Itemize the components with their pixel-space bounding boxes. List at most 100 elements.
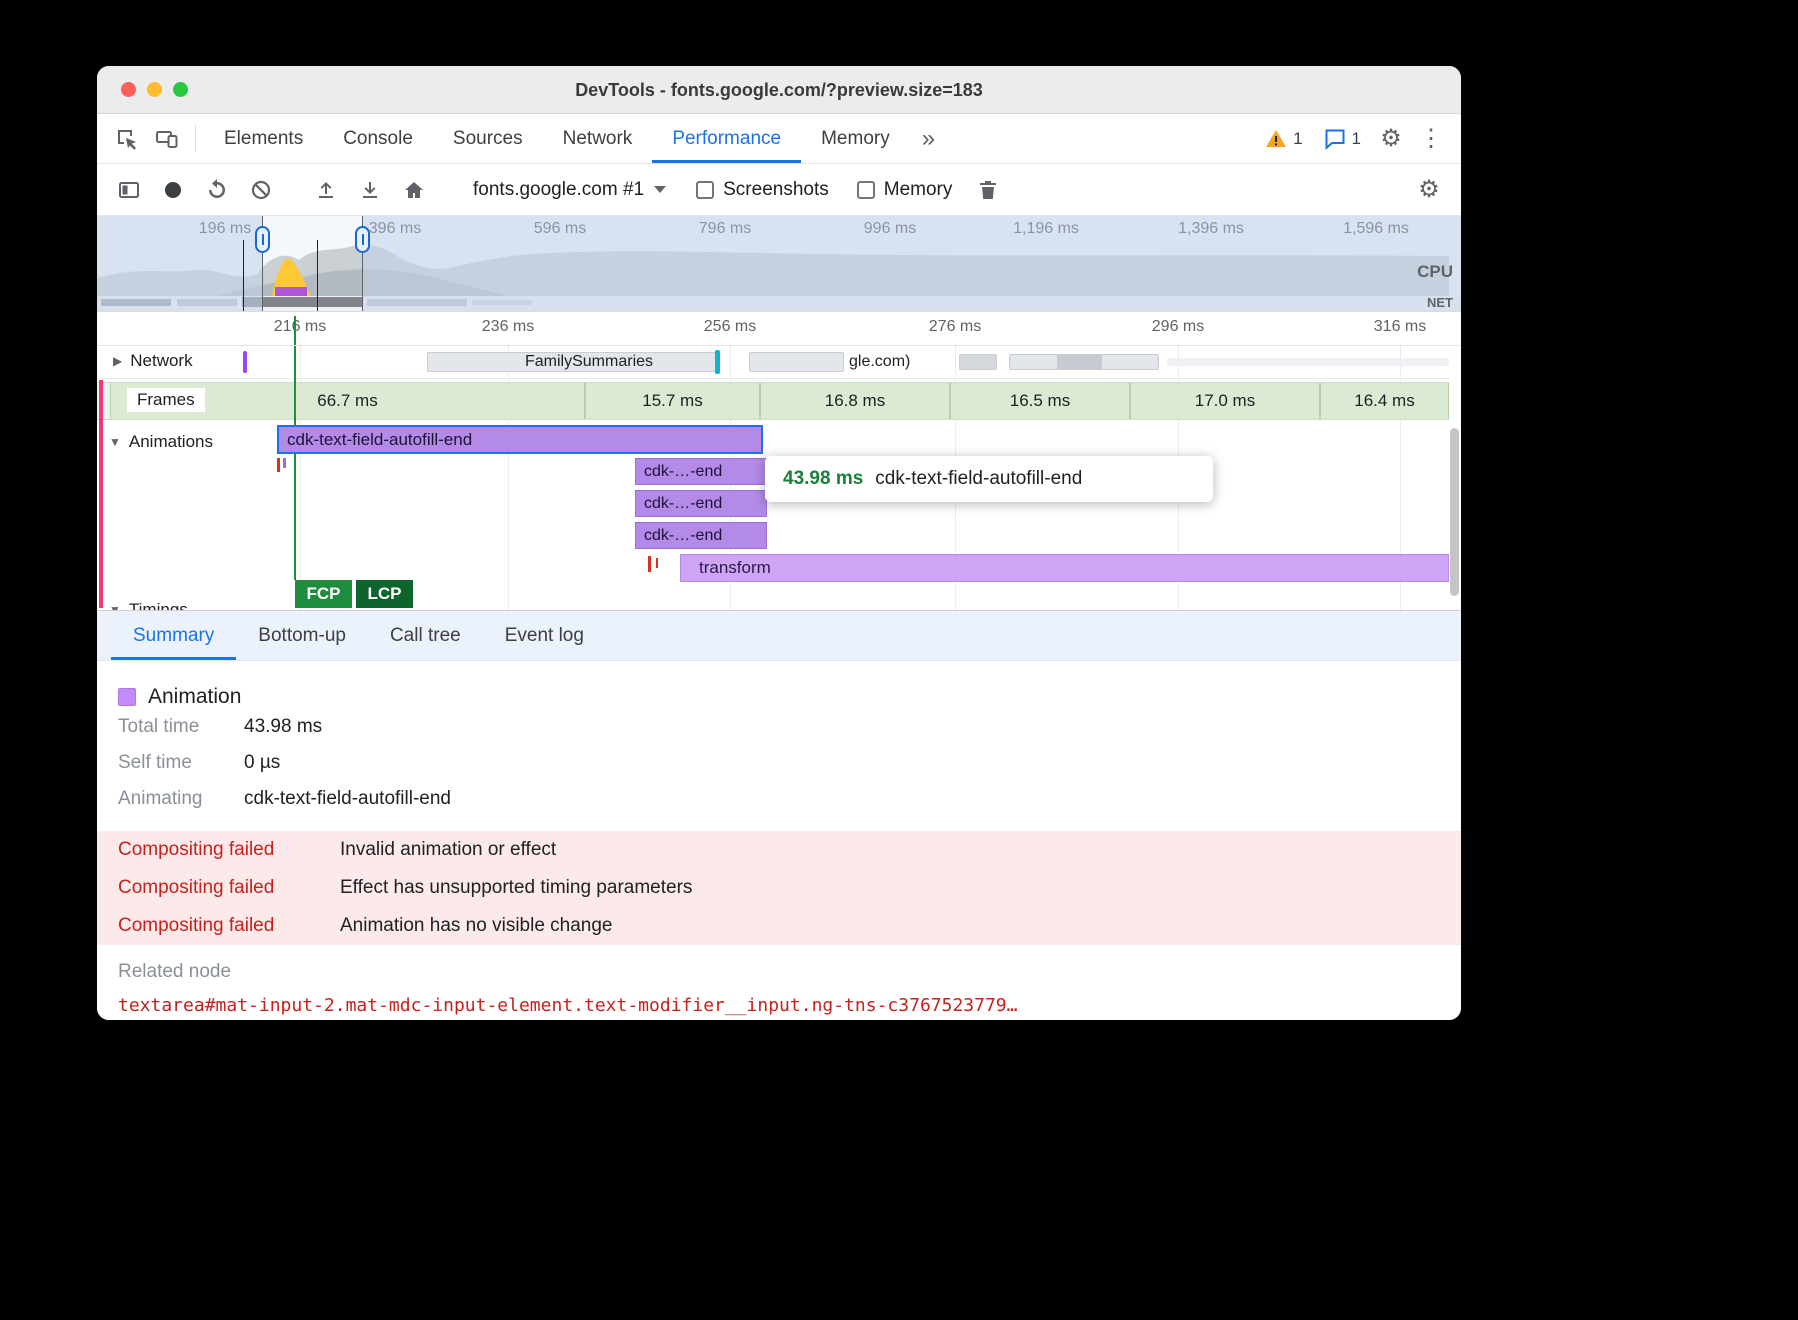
performance-toolbar: fonts.google.com #1 Screenshots Memory ⚙ (97, 164, 1461, 216)
divider (195, 125, 196, 152)
fail-label: Compositing failed (118, 915, 340, 937)
cpu-strip-label: CPU (1417, 262, 1453, 282)
main-tabbar: Elements Console Sources Network Perform… (97, 114, 1461, 164)
save-profile-icon[interactable] (350, 178, 390, 202)
tab-call-tree[interactable]: Call tree (368, 611, 483, 660)
network-request-bar[interactable] (243, 351, 247, 373)
clear-icon[interactable] (241, 178, 281, 202)
timeline-overview[interactable]: 196 ms 396 ms 596 ms 796 ms 996 ms 1,196… (97, 216, 1461, 312)
device-toolbar-icon[interactable] (147, 114, 187, 163)
frame-cell[interactable]: 17.0 ms (1130, 383, 1320, 419)
tab-summary[interactable]: Summary (111, 611, 236, 660)
network-track: FamilySummaries gle.com) ▶ Network (97, 346, 1449, 379)
overview-marker-line (243, 240, 244, 311)
session-select-value: fonts.google.com #1 (473, 179, 644, 201)
collect-garbage-icon[interactable] (968, 178, 1008, 202)
compositing-warning-row: Compositing failed Invalid animation or … (97, 831, 1461, 869)
animation-bar[interactable]: cdk-…-end (635, 522, 767, 549)
memory-label: Memory (884, 179, 953, 201)
animating-label: Animating (118, 788, 244, 810)
ruler-tick: 296 ms (1152, 318, 1204, 336)
tab-bottom-up[interactable]: Bottom-up (236, 611, 368, 660)
animation-issue-tick (277, 458, 280, 472)
network-track-header[interactable]: ▶ Network (105, 349, 201, 373)
animation-bar[interactable]: cdk-…-end (635, 490, 767, 517)
tab-sources[interactable]: Sources (433, 114, 543, 163)
network-track-label: Network (130, 351, 192, 371)
memory-checkbox[interactable]: Memory (845, 179, 965, 201)
close-button[interactable] (121, 82, 136, 97)
window-title: DevTools - fonts.google.com/?preview.siz… (97, 66, 1461, 114)
total-time-row: Total time 43.98 ms (118, 709, 1461, 745)
more-tabs-icon[interactable]: » (910, 114, 947, 163)
message-icon (1323, 127, 1347, 151)
fail-message: Effect has unsupported timing parameters (340, 877, 692, 899)
disclosure-right-icon: ▶ (113, 354, 122, 368)
tab-memory[interactable]: Memory (801, 114, 910, 163)
frame-cell[interactable]: 16.5 ms (950, 383, 1130, 419)
capture-settings-gear-icon[interactable]: ⚙ (1409, 178, 1449, 202)
fail-label: Compositing failed (118, 839, 340, 861)
reload-record-icon[interactable] (197, 178, 237, 202)
frame-cell[interactable]: 16.8 ms (760, 383, 950, 419)
animations-track-header[interactable]: ▼ Animations (109, 432, 213, 452)
tab-elements[interactable]: Elements (204, 114, 323, 163)
inspect-element-icon[interactable] (107, 114, 147, 163)
network-request-label: gle.com) (849, 353, 910, 371)
animation-bar-selected[interactable]: cdk-text-field-autofill-end (277, 425, 763, 454)
network-request-bar[interactable] (715, 350, 720, 374)
chevron-down-icon (654, 186, 666, 193)
session-select[interactable]: fonts.google.com #1 (459, 179, 680, 201)
overview-dim-left (97, 216, 262, 312)
timeline-panel: 216 ms 236 ms 256 ms 276 ms 296 ms 316 m… (97, 312, 1461, 610)
overview-marker-line (317, 240, 318, 311)
ruler-tick: 276 ms (929, 318, 981, 336)
issues-indicator[interactable]: 1 (1313, 114, 1371, 163)
network-request-bar[interactable] (959, 354, 997, 370)
checkbox-box (696, 181, 714, 199)
vertical-scrollbar[interactable] (1450, 428, 1459, 596)
self-time-value: 0 µs (244, 752, 280, 774)
settings-gear-icon[interactable]: ⚙ (1371, 114, 1411, 163)
fail-message: Invalid animation or effect (340, 839, 556, 861)
frame-cell[interactable]: 16.4 ms (1320, 383, 1449, 419)
disclosure-down-icon: ▼ (109, 435, 121, 449)
toggle-sidebar-icon[interactable] (109, 178, 149, 202)
fcp-marker-badge: FCP (295, 580, 352, 608)
network-request-bar[interactable] (749, 352, 844, 372)
details-pane: Summary Bottom-up Call tree Event log An… (97, 610, 1461, 1020)
network-request-bar[interactable] (1057, 354, 1102, 370)
selection-right-handle[interactable] (355, 226, 370, 253)
record-button[interactable] (153, 178, 193, 202)
network-request-label: FamilySummaries (525, 353, 653, 371)
tab-console[interactable]: Console (323, 114, 433, 163)
tab-network[interactable]: Network (543, 114, 653, 163)
checkbox-box (857, 181, 875, 199)
selection-left-handle[interactable] (255, 226, 270, 253)
related-node-link[interactable]: textarea#mat-input-2.mat-mdc-input-eleme… (118, 995, 1461, 1016)
self-time-label: Self time (118, 752, 244, 774)
tab-performance[interactable]: Performance (652, 114, 801, 163)
load-profile-icon[interactable] (306, 178, 346, 202)
kebab-menu-icon[interactable]: ⋮ (1411, 114, 1451, 163)
screenshots-checkbox[interactable]: Screenshots (684, 179, 841, 201)
zoom-button[interactable] (173, 82, 188, 97)
frame-cell[interactable]: 15.7 ms (585, 383, 760, 419)
timings-track-header[interactable]: ▼ Timings (109, 600, 188, 610)
flame-chart-area[interactable]: FamilySummaries gle.com) ▶ Network 66.7 … (97, 346, 1461, 610)
animation-bar[interactable]: cdk-…-end (635, 458, 767, 485)
traffic-lights (121, 82, 188, 97)
transform-animation-bar[interactable]: transform (680, 554, 1449, 582)
animation-color-swatch (118, 688, 136, 706)
ruler-tick: 316 ms (1374, 318, 1426, 336)
minimize-button[interactable] (147, 82, 162, 97)
ruler-tick: 236 ms (482, 318, 534, 336)
home-icon[interactable] (394, 178, 434, 202)
node-selector: #mat-input-2.mat-mdc-input-element.text-… (205, 995, 1018, 1016)
warnings-indicator[interactable]: 1 (1254, 114, 1312, 163)
total-time-label: Total time (118, 716, 244, 738)
disclosure-down-icon: ▼ (109, 603, 121, 610)
tab-event-log[interactable]: Event log (483, 611, 606, 660)
event-type-label: Animation (148, 685, 241, 709)
network-request-bar[interactable] (1167, 358, 1449, 366)
